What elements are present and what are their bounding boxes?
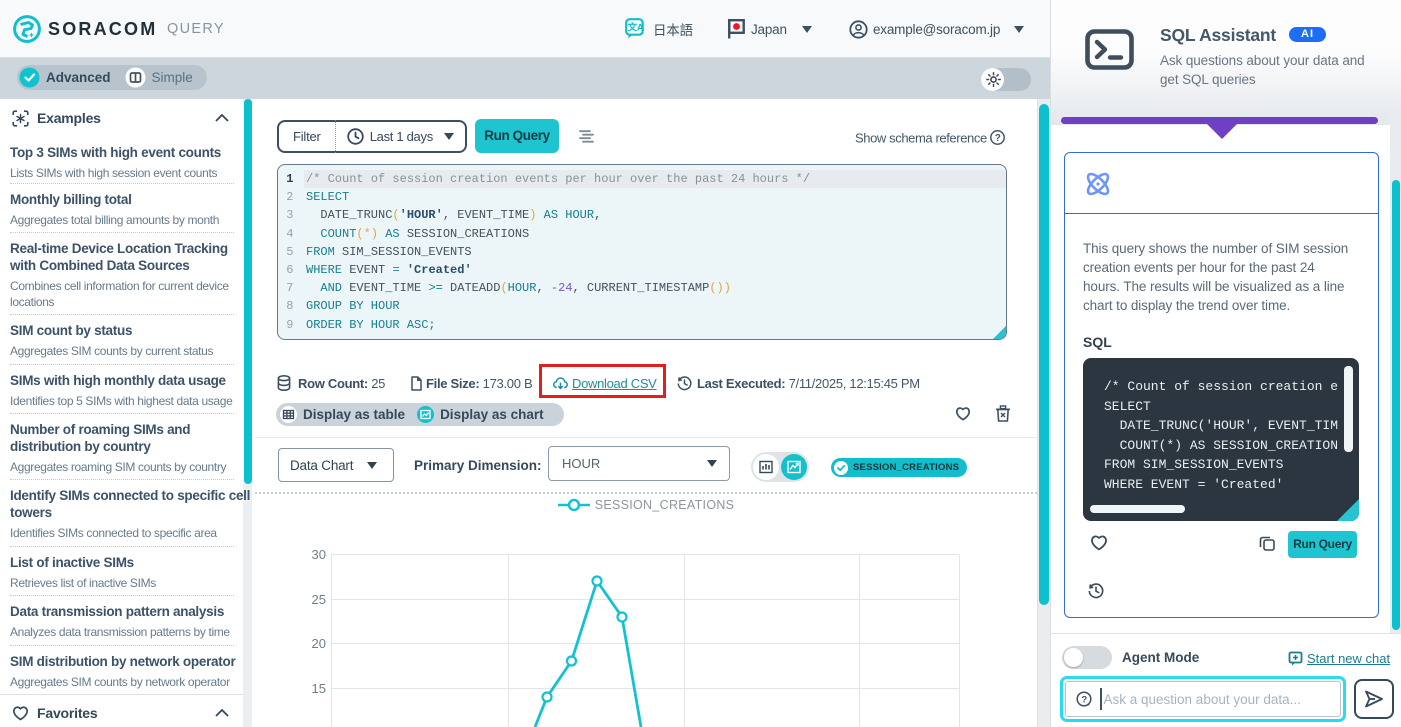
svg-text:25: 25 (312, 592, 326, 607)
svg-text:20: 20 (312, 636, 326, 651)
svg-text:15: 15 (312, 681, 326, 696)
svg-text:文A: 文A (627, 22, 644, 34)
svg-text:?: ? (1081, 694, 1087, 705)
svg-text:30: 30 (312, 547, 326, 562)
svg-text:?: ? (995, 133, 1001, 144)
